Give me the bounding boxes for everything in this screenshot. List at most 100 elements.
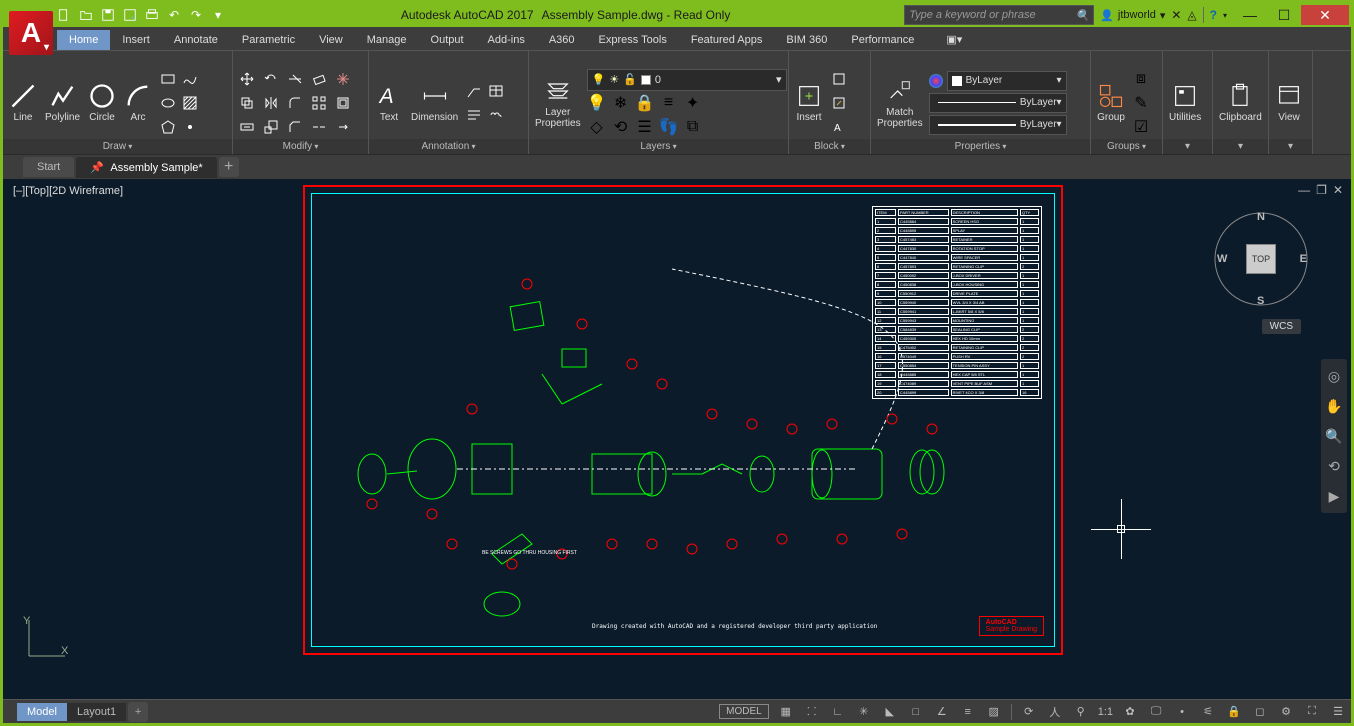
annotation-scale-icon[interactable]: 人 (1046, 703, 1064, 721)
viewcube-s[interactable]: S (1257, 295, 1264, 307)
layer-off-icon[interactable]: 💡 (587, 93, 607, 113)
copy-icon[interactable] (237, 93, 257, 113)
scale-label[interactable]: 1:1 (1098, 706, 1113, 718)
zoom-extents-icon[interactable]: 🔍 (1323, 425, 1345, 447)
lineweight-toggle-icon[interactable]: ≡ (959, 703, 977, 721)
tab-insert[interactable]: Insert (110, 30, 162, 50)
group-button[interactable]: Group (1095, 80, 1127, 125)
panel-layers-title[interactable]: Layers (529, 139, 788, 154)
polygon-icon[interactable] (158, 117, 178, 137)
layer-iso-icon[interactable]: ◇ (587, 117, 607, 137)
stretch-icon[interactable] (237, 117, 257, 137)
units-icon[interactable]: • (1173, 703, 1191, 721)
utilities-button[interactable]: Utilities (1167, 80, 1203, 125)
group-sel-icon[interactable]: ☑ (1131, 117, 1151, 137)
table-icon[interactable] (486, 81, 506, 101)
offset-icon[interactable] (333, 93, 353, 113)
ann-monitor-icon[interactable]: 🖵 (1147, 703, 1165, 721)
viewcube-e[interactable]: E (1300, 253, 1307, 265)
drawing-canvas[interactable]: [–][Top][2D Wireframe] — ❐ ✕ Y X ITEMPAR… (3, 179, 1351, 699)
mtext-icon[interactable] (464, 105, 484, 125)
qat-save-icon[interactable] (99, 6, 117, 24)
layer-state-icon[interactable]: ☰ (635, 117, 655, 137)
arc-button[interactable]: Arc (122, 80, 154, 125)
qat-saveas-icon[interactable] (121, 6, 139, 24)
cleanscreen-icon[interactable]: ⛶ (1303, 703, 1321, 721)
trim-icon[interactable] (285, 69, 305, 89)
viewcube-w[interactable]: W (1217, 253, 1227, 265)
layer-dropdown[interactable]: 💡 ☀ 🔓 0 ▾ (587, 69, 787, 91)
point-icon[interactable] (180, 117, 200, 137)
help-icon[interactable]: ? (1210, 8, 1217, 22)
hatch-icon[interactable] (180, 93, 200, 113)
tab-view[interactable]: View (307, 30, 355, 50)
array-icon[interactable] (309, 93, 329, 113)
help-dropdown-icon[interactable]: ▾ (1223, 11, 1227, 20)
tab-annotate[interactable]: Annotate (162, 30, 230, 50)
otrack-icon[interactable]: ∠ (933, 703, 951, 721)
insert-block-button[interactable]: Insert (793, 80, 825, 125)
explode-icon[interactable] (333, 69, 353, 89)
user-badge[interactable]: 👤 jtbworld ▾ (1100, 9, 1165, 22)
qat-new-icon[interactable] (55, 6, 73, 24)
transparency-icon[interactable]: ▨ (985, 703, 1003, 721)
filetab-active[interactable]: 📌 Assembly Sample* (76, 157, 216, 178)
layer-new-icon[interactable]: ✦ (683, 93, 703, 113)
ortho-icon[interactable]: ∟ (829, 703, 847, 721)
viewcube-top[interactable]: TOP (1246, 244, 1276, 274)
dimension-button[interactable]: Dimension (409, 80, 460, 125)
search-icon[interactable]: 🔍 (1076, 9, 1090, 22)
layer-merge-icon[interactable]: ⧉ (683, 117, 703, 137)
ribbon-minimize-icon[interactable]: ▣▾ (934, 29, 974, 50)
model-badge[interactable]: MODEL (719, 704, 769, 719)
panel-properties-title[interactable]: Properties (871, 139, 1090, 154)
quickprops-icon[interactable]: ⚟ (1199, 703, 1217, 721)
layout-add-button[interactable]: + (128, 702, 148, 722)
chamfer-icon[interactable] (285, 117, 305, 137)
layer-properties-button[interactable]: Layer Properties (533, 75, 583, 131)
rectangle-icon[interactable] (158, 69, 178, 89)
clipboard-button[interactable]: Clipboard (1217, 80, 1264, 125)
lock-ui-icon[interactable]: 🔒 (1225, 703, 1243, 721)
hardware-accel-icon[interactable]: ⚙ (1277, 703, 1295, 721)
wcs-badge[interactable]: WCS (1262, 319, 1301, 334)
tab-bim360[interactable]: BIM 360 (774, 30, 839, 50)
filetab-add-button[interactable]: + (219, 157, 239, 177)
minimize-button[interactable]: — (1233, 5, 1267, 25)
view-panel-button[interactable]: View (1273, 80, 1305, 125)
isodraft-icon[interactable]: ◣ (881, 703, 899, 721)
text-button[interactable]: AText (373, 80, 405, 125)
tab-output[interactable]: Output (419, 30, 476, 50)
search-input[interactable]: Type a keyword or phrase 🔍 (904, 5, 1094, 25)
mirror-icon[interactable] (261, 93, 281, 113)
customize-icon[interactable]: ☰ (1329, 703, 1347, 721)
group-edit-icon[interactable]: ✎ (1131, 93, 1151, 113)
color-select[interactable]: ByLayer▾ (947, 71, 1067, 91)
maximize-button[interactable]: ☐ (1267, 5, 1301, 25)
panel-modify-title[interactable]: Modify (233, 139, 368, 154)
orbit-icon[interactable]: ⟲ (1323, 455, 1345, 477)
qat-open-icon[interactable] (77, 6, 95, 24)
user-dropdown-icon[interactable]: ▾ (1160, 9, 1166, 22)
doc-restore-icon[interactable]: ❐ (1316, 183, 1327, 197)
model-tab[interactable]: Model (17, 703, 67, 721)
grid-icon[interactable]: ▦ (777, 703, 795, 721)
view-label[interactable]: [–][Top][2D Wireframe] (13, 185, 123, 197)
exchange-icon[interactable]: ✕ (1171, 8, 1181, 22)
match-properties-button[interactable]: Match Properties (875, 75, 925, 131)
layer-match-icon[interactable]: ≡ (659, 93, 679, 113)
pan-icon[interactable]: ✋ (1323, 395, 1345, 417)
annotation-vis-icon[interactable]: ⚲ (1072, 703, 1090, 721)
qat-dropdown-icon[interactable]: ▾ (209, 6, 227, 24)
panel-draw-title[interactable]: Draw (3, 139, 232, 154)
join-icon[interactable] (309, 117, 329, 137)
tab-addins[interactable]: Add-ins (476, 30, 537, 50)
rotate-icon[interactable] (261, 69, 281, 89)
chevron-down-icon[interactable]: ▾ (776, 73, 782, 86)
a360-icon[interactable]: ◬ (1187, 8, 1196, 22)
move-icon[interactable] (237, 69, 257, 89)
app-menu-logo[interactable]: A (9, 11, 53, 55)
viewcube[interactable]: TOP N S E W (1211, 209, 1311, 309)
ellipse-icon[interactable] (158, 93, 178, 113)
qat-undo-icon[interactable]: ↶ (165, 6, 183, 24)
